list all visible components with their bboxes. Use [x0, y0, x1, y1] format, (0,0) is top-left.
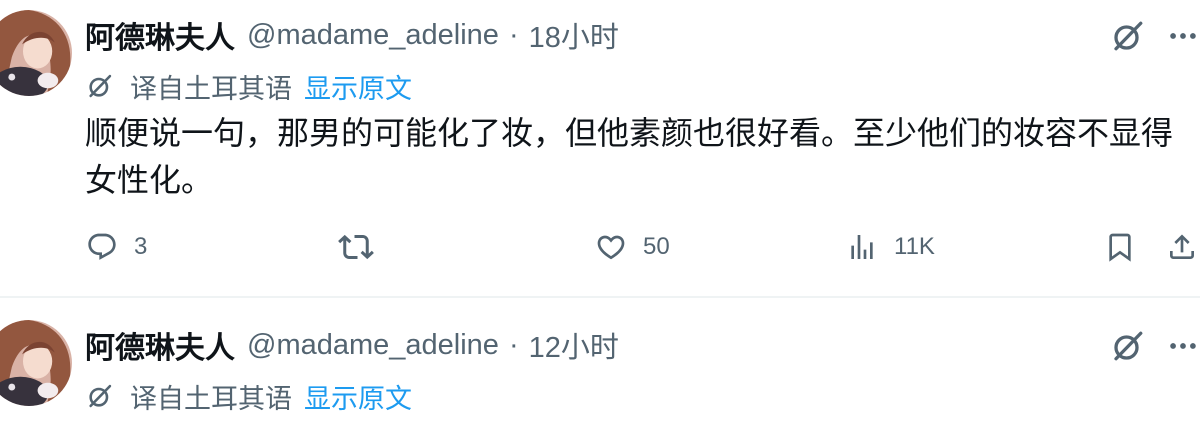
reply-button[interactable]: 3: [86, 227, 147, 267]
bookmark-button[interactable]: [1104, 227, 1136, 267]
grok-icon: [1110, 328, 1146, 364]
translation-label: 译自土耳其语: [130, 383, 292, 414]
repost-icon: [338, 229, 374, 265]
like-button[interactable]: 50: [595, 227, 670, 267]
tweet[interactable]: 阿德琳夫人 @madame_adeline · 12小时 译自土耳其语 显示原文: [0, 298, 1200, 421]
views-icon: [846, 231, 878, 263]
bookmark-icon: [1104, 231, 1136, 263]
timeline: 阿德琳夫人 @madame_adeline · 18小时 译自土耳其语 显示原文…: [0, 0, 1200, 421]
grok-button[interactable]: [1110, 328, 1146, 364]
tweet-header: 阿德琳夫人 @madame_adeline · 18小时: [85, 14, 619, 56]
tweet-header: 阿德琳夫人 @madame_adeline · 12小时: [85, 324, 619, 366]
like-count: 50: [643, 233, 670, 260]
author-name[interactable]: 阿德琳夫人: [85, 13, 235, 57]
avatar-image: [0, 320, 72, 406]
views-count: 11K: [894, 233, 935, 260]
tweet-text: 顺便说一句，那男的可能化了妆，但他素颜也很好看。至少他们的妆容不显得 女性化。: [85, 110, 1197, 204]
avatar[interactable]: [0, 10, 72, 96]
more-button[interactable]: [1166, 329, 1200, 363]
avatar[interactable]: [0, 320, 72, 406]
author-handle[interactable]: @madame_adeline: [247, 329, 499, 362]
tweet-text-line: 顺便说一句，那男的可能化了妆，但他素颜也很好看。至少他们的妆容不显得: [85, 115, 1174, 151]
repost-button[interactable]: [338, 227, 374, 267]
show-original-link[interactable]: 显示原文: [304, 377, 412, 416]
translation-label: 译自土耳其语: [130, 73, 292, 104]
tweet[interactable]: 阿德琳夫人 @madame_adeline · 18小时 译自土耳其语 显示原文…: [0, 0, 1200, 296]
share-button[interactable]: [1166, 227, 1198, 267]
heart-icon: [595, 231, 627, 263]
translate-icon: [86, 382, 114, 410]
translate-icon: [86, 72, 114, 100]
post-time[interactable]: 18小时: [529, 14, 619, 56]
reply-icon: [86, 231, 118, 263]
share-icon: [1166, 231, 1198, 263]
action-bar: 3 50 11K: [0, 227, 1200, 267]
grok-icon: [1110, 18, 1146, 54]
show-original-link[interactable]: 显示原文: [304, 67, 412, 106]
author-handle[interactable]: @madame_adeline: [247, 19, 499, 52]
more-icon: [1166, 329, 1200, 363]
translation-row: 译自土耳其语 显示原文: [86, 376, 412, 416]
separator-dot: ·: [508, 18, 519, 51]
author-name[interactable]: 阿德琳夫人: [85, 323, 235, 367]
separator-dot: ·: [508, 328, 519, 361]
more-button[interactable]: [1166, 19, 1200, 53]
post-time[interactable]: 12小时: [529, 324, 619, 366]
views-button[interactable]: 11K: [846, 227, 935, 267]
avatar-image: [0, 10, 72, 96]
grok-button[interactable]: [1110, 18, 1146, 54]
tweet-text-line: 女性化。: [85, 162, 214, 198]
translation-row: 译自土耳其语 显示原文: [86, 66, 412, 106]
reply-count: 3: [134, 233, 148, 260]
more-icon: [1166, 19, 1200, 53]
